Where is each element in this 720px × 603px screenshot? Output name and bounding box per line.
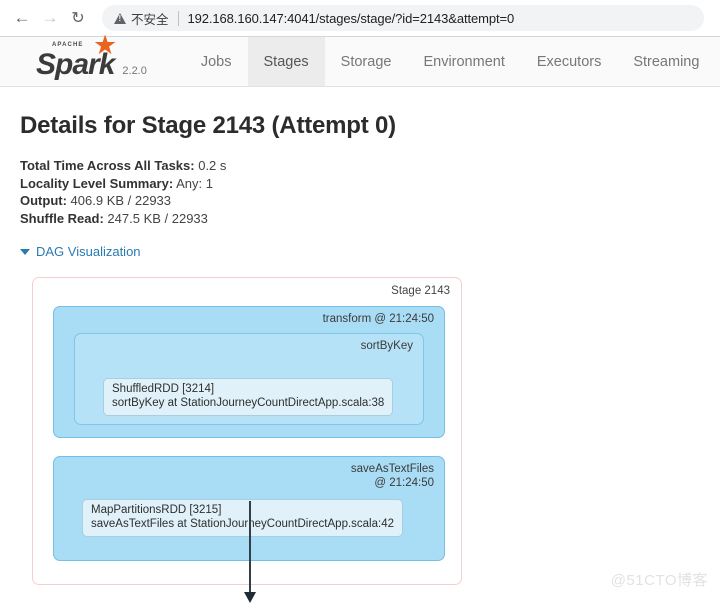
summary-value-output: 406.9 KB / 22933 (70, 193, 172, 208)
dag-node-mappartitionsrdd-line1: MapPartitionsRDD [3215] (91, 504, 222, 516)
back-arrow-icon[interactable]: ← (8, 4, 36, 32)
page-content: Details for Stage 2143 (Attempt 0) Total… (0, 87, 720, 603)
summary-row-shuffle-read: Shuffle Read: 247.5 KB / 22933 (20, 210, 720, 228)
tab-jobs[interactable]: Jobs (185, 37, 248, 86)
summary-key-total-time: Total Time Across All Tasks: (20, 158, 195, 173)
summary-key-shuffle-read: Shuffle Read: (20, 210, 104, 226)
summary-row-output: Output: 406.9 KB / 22933 (20, 192, 720, 210)
dag-node-shuffledrdd[interactable]: ShuffledRDD [3214] sortByKey at StationJ… (103, 378, 394, 416)
page-title: Details for Stage 2143 (Attempt 0) (20, 112, 396, 139)
tab-executors[interactable]: Executors (521, 37, 617, 86)
dag-node-shuffledrdd-line2: sortByKey at StationJourneyCountDirectAp… (112, 396, 385, 409)
dag-cluster-transform-label: transform @ 21:24:50 (322, 313, 434, 325)
not-secure-warning-icon[interactable] (114, 12, 126, 24)
dag-node-shuffledrdd-line1: ShuffledRDD [3214] (112, 383, 215, 395)
dag-graph: Stage 2143 transform @ 21:24:50 sortByKe… (32, 277, 462, 585)
spark-navbar: APACHE ★ Spark 2.2.0 Jobs Stages Storage… (0, 32, 720, 87)
tab-streaming[interactable]: Streaming (617, 37, 715, 86)
summary-value-locality: Any: 1 (176, 175, 213, 191)
dag-cluster-sortbykey[interactable]: sortByKey ShuffledRDD [3214] sortByKey a… (74, 333, 424, 425)
dag-cluster-saveastextfiles-label-line1: saveAsTextFiles (350, 463, 434, 475)
summary-value-shuffle-read: 247.5 KB / 22933 (107, 210, 208, 226)
stage-cluster-label: Stage 2143 (391, 285, 450, 297)
spark-logo-mark: APACHE ★ Spark (36, 32, 117, 80)
security-status-label: 不安全 (131, 12, 169, 27)
chevron-down-icon (20, 248, 30, 255)
watermark: @51CTO博客 (610, 572, 708, 589)
dag-cluster-sortbykey-label: sortByKey (360, 340, 413, 352)
summary-key-locality: Locality Level Summary: (20, 175, 174, 191)
spark-version-label: 2.2.0 (122, 65, 147, 77)
spark-logo[interactable]: APACHE ★ Spark 2.2.0 (36, 32, 147, 80)
url-text: 192.168.160.147:4041/stages/stage/?id=21… (187, 10, 515, 26)
omnibox-divider (177, 10, 179, 26)
reload-glyph: ↻ (71, 10, 85, 27)
summary-key-output: Output: (20, 193, 67, 208)
dag-node-mappartitionsrdd[interactable]: MapPartitionsRDD [3215] saveAsTextFiles … (82, 499, 403, 537)
dag-cluster-saveastextfiles-label-line2: @ 21:24:50 (374, 476, 434, 489)
dag-visualization-toggle[interactable]: DAG Visualization (20, 244, 141, 259)
summary-value-total-time: 0.2 s (198, 158, 227, 173)
summary-row-locality: Locality Level Summary: Any: 1 (20, 175, 720, 193)
dag-cluster-saveastextfiles-label: saveAsTextFiles @ 21:24:50 (351, 463, 434, 490)
stage-summary: Total Time Across All Tasks: 0.2 s Local… (20, 157, 720, 227)
address-bar[interactable]: 不安全 192.168.160.147:4041/stages/stage/?i… (102, 5, 704, 31)
apache-label: APACHE (52, 42, 84, 48)
tab-stages[interactable]: Stages (247, 37, 325, 86)
summary-row-total-time: Total Time Across All Tasks: 0.2 s (20, 157, 720, 175)
tab-environment[interactable]: Environment (407, 37, 520, 86)
reload-icon[interactable]: ↻ (64, 4, 92, 32)
nav-tabs: Jobs Stages Storage Environment Executor… (185, 37, 716, 86)
dag-edge-line (249, 501, 251, 594)
tab-storage[interactable]: Storage (325, 37, 408, 86)
dag-visualization-label: DAG Visualization (36, 244, 141, 259)
dag-cluster-transform[interactable]: transform @ 21:24:50 sortByKey ShuffledR… (53, 306, 445, 438)
forward-arrow-icon[interactable]: → (36, 4, 64, 32)
dag-node-mappartitionsrdd-line2: saveAsTextFiles at StationJourneyCountDi… (91, 517, 394, 530)
spark-star-icon: ★ (93, 30, 118, 60)
